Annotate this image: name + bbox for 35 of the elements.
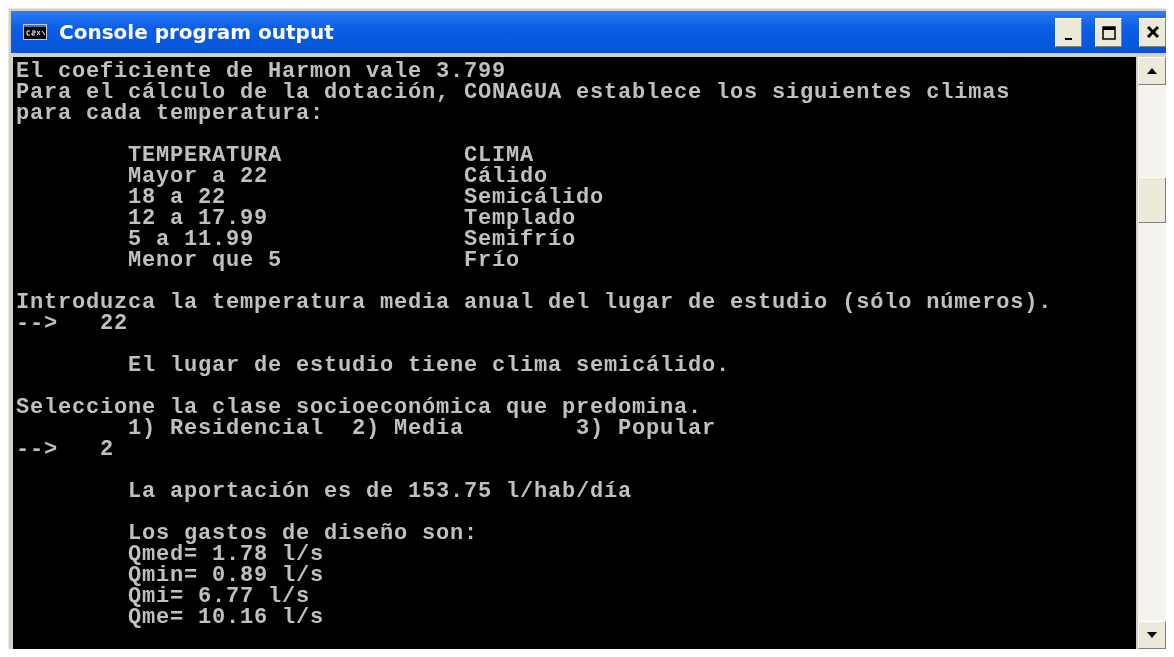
- scroll-up-button[interactable]: [1138, 57, 1166, 85]
- console-line: Qme= 10.16 l/s: [127, 607, 325, 628]
- close-button[interactable]: [1139, 17, 1166, 47]
- console-line: 18 a 22 Semicálido: [127, 187, 605, 208]
- close-icon: [1145, 25, 1160, 39]
- down-arrow-icon: [1147, 632, 1157, 638]
- console-line: TEMPERATURA CLIMA: [127, 145, 535, 166]
- console-line: El coeficiente de Harmon vale 3.799: [16, 61, 507, 82]
- console-line: La aportación es de 153.75 l/hab/día: [127, 481, 633, 502]
- console-line: Para el cálculo de la dotación, CONAGUA establece los siguientes climas: [16, 82, 1011, 103]
- console-line: Los gastos de diseño son:: [127, 523, 479, 544]
- console-line: para cada temperatura:: [16, 103, 325, 124]
- console-line: Mayor a 22 Cálido: [127, 166, 549, 187]
- vertical-scrollbar[interactable]: [1136, 57, 1166, 649]
- scrollbar-thumb[interactable]: [1138, 177, 1166, 223]
- up-arrow-icon: [1147, 68, 1157, 74]
- console-line: --> 22: [16, 313, 129, 334]
- console-line: Introduzca la temperatura media anual del lugar de estudio (sólo números).: [16, 292, 1053, 313]
- console-line: --> 2: [16, 439, 114, 460]
- maximize-icon: [1101, 25, 1116, 40]
- console-line: Menor que 5 Frío: [127, 250, 521, 271]
- console-line: Qmin= 0.89 l/s: [127, 565, 325, 586]
- console-line: 1) Residencial 2) Media 3) Popular: [127, 418, 717, 439]
- console-line: 12 a 17.99 Templado: [127, 208, 577, 229]
- console-line: Qmed= 1.78 l/s: [127, 544, 325, 565]
- console-app-icon: [23, 24, 47, 40]
- scroll-down-button[interactable]: [1138, 621, 1166, 649]
- maximize-button[interactable]: [1095, 17, 1122, 47]
- console-line: Qmi= 6.77 l/s: [127, 586, 311, 607]
- minimize-button[interactable]: [1055, 17, 1082, 47]
- window-title: Console program output: [59, 20, 334, 44]
- minimize-icon: [1065, 37, 1072, 40]
- console-line: 5 a 11.99 Semifrío: [127, 229, 577, 250]
- console-line: Seleccione la clase socioeconómica que predomina.: [16, 397, 703, 418]
- console-line: El lugar de estudio tiene clima semicálido.: [127, 355, 731, 376]
